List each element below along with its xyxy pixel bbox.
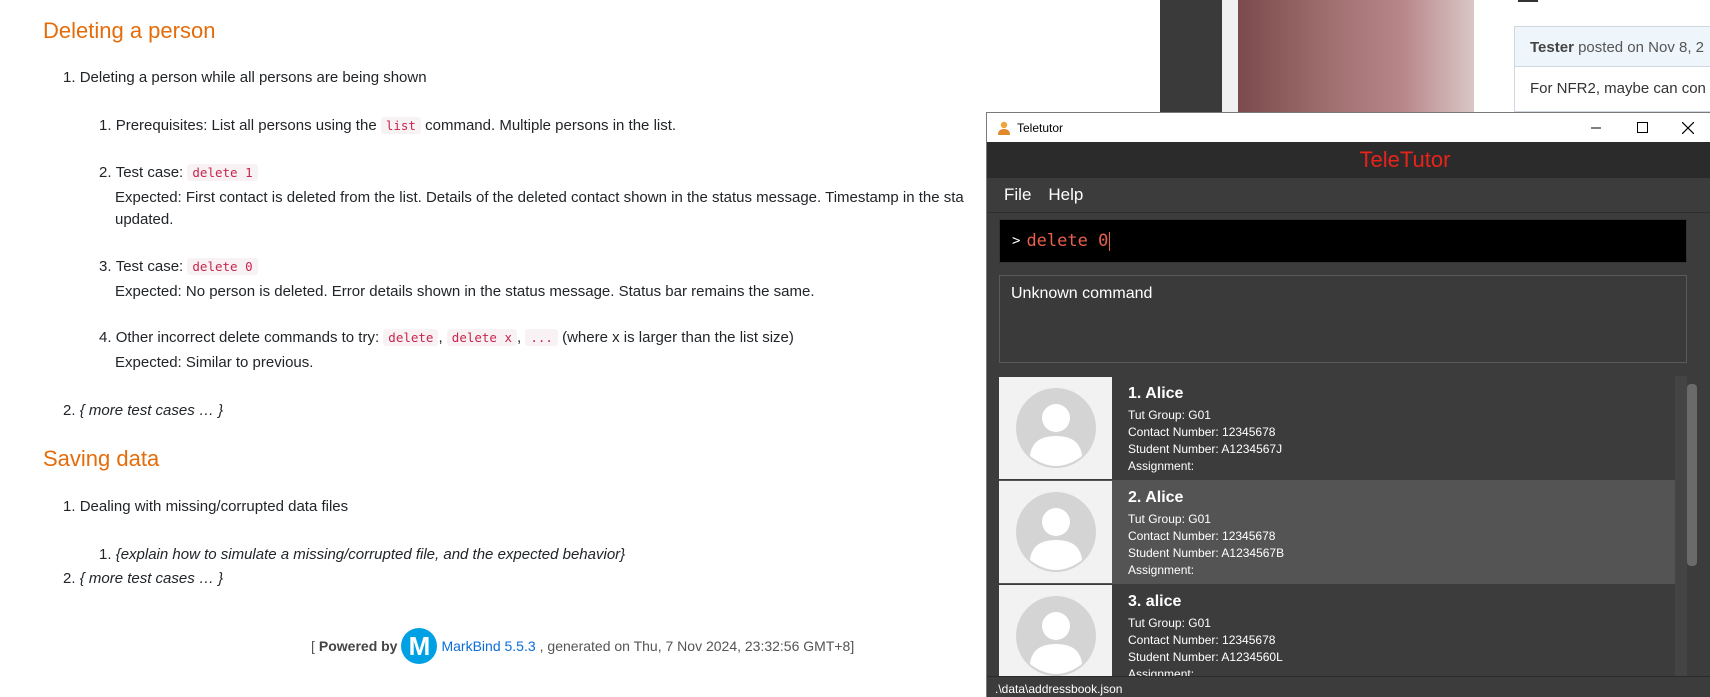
expected-text: Expected: First contact is deleted from … bbox=[115, 189, 964, 206]
close-button[interactable] bbox=[1665, 113, 1710, 142]
inline-code: delete 1 bbox=[187, 164, 258, 181]
list-item-text: (where x is larger than the list size) bbox=[562, 329, 794, 346]
close-icon bbox=[1682, 121, 1694, 134]
avatar-icon bbox=[1016, 596, 1096, 676]
person-list[interactable]: 1. Alice Tut Group: G01 Contact Number: … bbox=[999, 376, 1687, 676]
markbind-logo-icon: M bbox=[401, 628, 438, 664]
comment-box: Tester posted on Nov 8, 2 For NFR2, mayb… bbox=[1514, 26, 1710, 112]
result-display: Unknown command bbox=[999, 275, 1687, 363]
minimize-button[interactable] bbox=[1573, 113, 1619, 142]
person-contact: Contact Number: 12345678 bbox=[1128, 529, 1276, 543]
footer-bracket: [ bbox=[311, 638, 315, 654]
text-caret bbox=[1109, 231, 1111, 251]
person-assignment: Assignment: bbox=[1128, 563, 1195, 577]
person-card[interactable]: 3. alice Tut Group: G01 Contact Number: … bbox=[999, 584, 1675, 676]
comment-author[interactable]: Tester bbox=[1530, 39, 1574, 56]
list-item: 1. Dealing with missing/corrupted data f… bbox=[63, 498, 349, 515]
list-scrollbar[interactable] bbox=[1687, 384, 1697, 566]
person-student-number: Student Number: A1234567J bbox=[1128, 442, 1283, 456]
list-item: 2. Test case: delete 1 bbox=[99, 164, 258, 181]
inline-code: ... bbox=[525, 329, 558, 346]
avatar bbox=[999, 585, 1112, 676]
list-item-text: { more test cases … } bbox=[79, 570, 224, 587]
comment-meta: posted on Nov 8, 2 bbox=[1578, 39, 1705, 56]
app-title: TeleTutor bbox=[1359, 147, 1451, 172]
menu-file[interactable]: File bbox=[987, 185, 1040, 205]
list-item: 1. Prerequisites: List all persons using… bbox=[99, 117, 677, 134]
app-icon bbox=[998, 121, 1010, 135]
maximize-button[interactable] bbox=[1619, 113, 1665, 142]
list-item: 1. {explain how to simulate a missing/co… bbox=[99, 546, 626, 563]
person-student-number: Student Number: A1234560L bbox=[1128, 650, 1283, 664]
comment-body: For NFR2, maybe can con bbox=[1530, 80, 1706, 97]
list-item-text: { more test cases … } bbox=[79, 402, 224, 419]
expected-text: Expected: Similar to previous. bbox=[115, 354, 314, 371]
person-tut-group: Tut Group: G01 bbox=[1128, 512, 1211, 526]
background-gap bbox=[1222, 0, 1238, 112]
avatar bbox=[999, 377, 1112, 479]
person-name: 1. Alice bbox=[1128, 385, 1184, 402]
expected-text: updated. bbox=[115, 211, 174, 228]
list-item-text: {explain how to simulate a missing/corru… bbox=[115, 546, 626, 563]
menu-help[interactable]: Help bbox=[1040, 185, 1092, 205]
footer-generated: , generated on Thu, 7 Nov 2024, 23:32:56… bbox=[539, 638, 855, 654]
list-item-text: Other incorrect delete commands to try: bbox=[115, 329, 380, 346]
app-header: TeleTutor bbox=[987, 142, 1710, 178]
menu-bar: File Help bbox=[987, 178, 1710, 213]
command-input[interactable]: > delete 0 bbox=[999, 219, 1687, 263]
expected-text: Expected: No person is deleted. Error de… bbox=[115, 283, 815, 300]
footer-powered: Powered by bbox=[318, 638, 398, 654]
inline-code: delete x bbox=[446, 329, 518, 346]
window-title: Teletutor bbox=[1017, 120, 1064, 135]
list-item-text: Test case: bbox=[115, 258, 184, 275]
comment-header: Tester posted on Nov 8, 2 bbox=[1515, 27, 1710, 67]
person-tut-group: Tut Group: G01 bbox=[1128, 408, 1211, 422]
list-item: 1. Deleting a person while all persons a… bbox=[63, 69, 427, 86]
section-heading-deleting: Deleting a person bbox=[43, 18, 216, 43]
person-tut-group: Tut Group: G01 bbox=[1128, 616, 1211, 630]
person-assignment: Assignment: bbox=[1128, 667, 1195, 676]
markbind-link[interactable]: MarkBind 5.5.3 bbox=[441, 638, 535, 654]
page-footer: [Powered by M MarkBind 5.5.3, generated … bbox=[311, 628, 854, 664]
person-name: 2. Alice bbox=[1128, 489, 1184, 506]
section-heading-saving: Saving data bbox=[43, 446, 160, 471]
avatar-icon bbox=[1016, 388, 1096, 468]
person-student-number: Student Number: A1234567B bbox=[1128, 546, 1285, 560]
status-path: .\data\addressbook.json bbox=[995, 682, 1123, 696]
list-item-text: command. Multiple persons in the list. bbox=[425, 117, 677, 134]
list-item-text: Deleting a person while all persons are … bbox=[79, 69, 427, 86]
list-item: 2. { more test cases … } bbox=[63, 570, 224, 587]
teletutor-window: Teletutor TeleTutor File Help > delete 0… bbox=[986, 112, 1710, 697]
list-item-text: Dealing with missing/corrupted data file… bbox=[79, 498, 349, 515]
person-name: 3. alice bbox=[1128, 593, 1182, 610]
status-bar: .\data\addressbook.json bbox=[987, 676, 1710, 697]
list-item: 2. { more test cases … } bbox=[63, 402, 224, 419]
window-titlebar[interactable]: Teletutor bbox=[987, 113, 1710, 142]
avatar bbox=[999, 481, 1112, 583]
person-contact: Contact Number: 12345678 bbox=[1128, 633, 1276, 647]
inline-code: list bbox=[380, 117, 421, 134]
person-card[interactable]: 2. Alice Tut Group: G01 Contact Number: … bbox=[999, 480, 1675, 584]
list-item-text: Prerequisites: List all persons using th… bbox=[115, 117, 377, 134]
maximize-icon bbox=[1636, 122, 1648, 133]
minimize-icon bbox=[1590, 127, 1601, 129]
person-assignment: Assignment: bbox=[1128, 459, 1195, 473]
list-item: 4. Other incorrect delete commands to tr… bbox=[99, 329, 794, 346]
command-text: delete 0 bbox=[1026, 231, 1109, 251]
prompt-icon: > bbox=[1012, 233, 1021, 249]
list-item-text: Test case: bbox=[115, 164, 184, 181]
inline-code: delete bbox=[383, 329, 439, 346]
background-photo bbox=[1238, 0, 1474, 112]
inline-code: delete 0 bbox=[187, 258, 258, 275]
background-dark-panel bbox=[1160, 0, 1222, 112]
person-card[interactable]: 1. Alice Tut Group: G01 Contact Number: … bbox=[999, 376, 1675, 480]
list-item: 3. Test case: delete 0 bbox=[99, 258, 258, 275]
avatar-icon bbox=[1016, 492, 1096, 572]
person-contact: Contact Number: 12345678 bbox=[1128, 425, 1276, 439]
